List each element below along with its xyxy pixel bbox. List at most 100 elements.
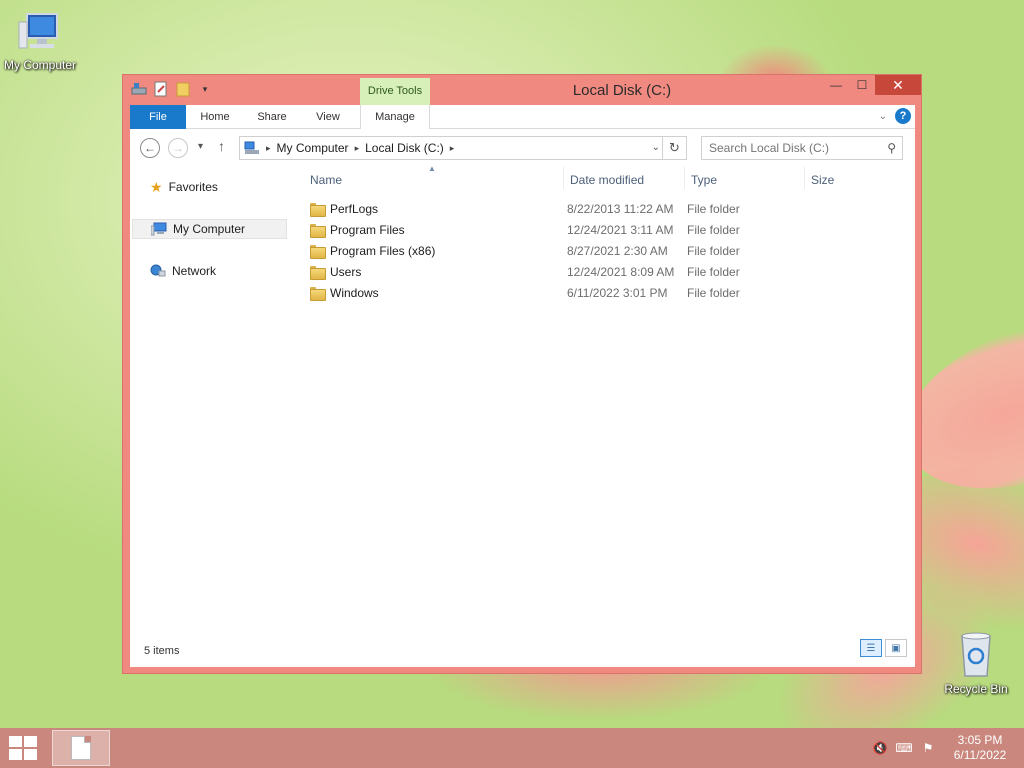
tab-share[interactable]: Share [244, 105, 300, 129]
file-name-cell: Program Files (x86) [310, 243, 436, 259]
search-box: ⚲ [701, 136, 903, 160]
file-name: PerfLogs [330, 201, 379, 216]
column-header-name[interactable]: Name [310, 173, 560, 193]
file-date: 6/11/2022 3:01 PM [567, 285, 668, 300]
item-count: 5 items [144, 645, 180, 657]
file-date: 12/24/2021 8:09 AM [567, 264, 675, 279]
volume-muted-icon[interactable]: 🔇 [872, 740, 888, 756]
desktop-icon-label: Recycle Bin [944, 682, 1008, 696]
folder-icon [310, 244, 326, 259]
network-status-icon[interactable]: ⌨ [895, 740, 912, 756]
clock-time: 3:05 PM [957, 733, 1003, 747]
column-header-date-modified[interactable]: Date modified [563, 167, 683, 189]
file-name-cell: Users [310, 265, 361, 280]
desktop-icon-my-computer[interactable]: My Computer [0, 10, 80, 72]
details-view-button[interactable]: ☰ [860, 639, 882, 657]
file-row[interactable]: Program Files 12/24/2021 3:11 AM File fo… [300, 219, 910, 240]
action-center-flag-icon[interactable]: ⚑ [920, 740, 936, 756]
column-header-type[interactable]: Type [684, 167, 804, 189]
navpane-item-favorites[interactable]: ★ Favorites [132, 177, 287, 197]
file-name: Program Files (x86) [330, 243, 436, 258]
breadcrumb-separator[interactable]: ▸ [450, 143, 455, 154]
file-date: 8/27/2021 2:30 AM [567, 243, 668, 258]
window-controls: — ☐ ✕ [823, 75, 921, 95]
large-icons-view-button[interactable]: ▣ [885, 639, 907, 657]
search-icon[interactable]: ⚲ [887, 141, 896, 155]
details-view-icon: ☰ [866, 642, 876, 654]
network-icon [150, 264, 166, 277]
expand-ribbon-icon[interactable]: ⌄ [879, 111, 887, 122]
refresh-icon: ↻ [669, 140, 680, 155]
folder-icon [310, 286, 326, 301]
taskbar-app-explorer[interactable] [52, 730, 110, 766]
tab-manage[interactable]: Manage [360, 105, 430, 129]
navpane-item-my-computer[interactable]: My Computer [132, 219, 287, 239]
view-switcher: ☰ ▣ [860, 639, 907, 657]
large-icons-view-icon: ▣ [891, 642, 901, 654]
arrow-right-icon: → [172, 141, 184, 155]
file-name-cell: Windows [310, 286, 379, 301]
file-type: File folder [687, 222, 740, 237]
up-arrow-icon[interactable]: ↑ [218, 138, 225, 154]
tab-view[interactable]: View [304, 105, 352, 129]
recent-locations-icon[interactable]: ▾ [198, 141, 203, 152]
windows-logo-icon [24, 736, 37, 747]
tab-home[interactable]: Home [190, 105, 240, 129]
folder-icon [310, 202, 326, 217]
clock-date: 6/11/2022 [953, 748, 1007, 762]
column-headers: ▲ Name Date modified Type Size [300, 164, 910, 193]
taskbar-clock[interactable]: 3:05 PM 6/11/2022 [944, 733, 1016, 763]
file-type: File folder [687, 201, 740, 216]
file-row[interactable]: Windows 6/11/2022 3:01 PM File folder [300, 282, 910, 303]
navpane-item-network[interactable]: Network [132, 261, 287, 281]
file-name-cell: PerfLogs [310, 201, 379, 217]
tab-file[interactable]: File [130, 105, 186, 129]
status-bar: 5 items ☰ ▣ [130, 639, 915, 667]
navpane-item-label: Favorites [168, 180, 218, 194]
column-header-size[interactable]: Size [804, 167, 884, 189]
document-icon [71, 736, 91, 760]
address-dropdown-icon[interactable]: ⌄ [652, 142, 660, 153]
recycle-bin-icon [961, 632, 991, 677]
file-row[interactable]: PerfLogs 8/22/2013 11:22 AM File folder [300, 198, 910, 219]
windows-logo-icon [9, 749, 22, 760]
breadcrumb-local-disk[interactable]: Local Disk (C:) [365, 141, 444, 155]
ribbon-right-controls: ⌄ ? [879, 108, 911, 124]
address-bar[interactable]: ▸ My Computer ▸ Local Disk (C:) ▸ ⌄ ↻ [239, 136, 687, 160]
breadcrumb-separator: ▸ [266, 142, 271, 153]
navpane-item-label: My Computer [173, 222, 246, 236]
file-row[interactable]: Users 12/24/2021 8:09 AM File folder [300, 261, 910, 282]
navpane-item-label: Network [172, 264, 217, 278]
desktop-icon-label: My Computer [3, 58, 77, 72]
file-name: Program Files [330, 222, 405, 237]
refresh-button[interactable]: ↻ [662, 137, 686, 159]
file-list: ▲ Name Date modified Type Size PerfLogs … [300, 164, 910, 651]
sort-ascending-icon: ▲ [428, 164, 436, 173]
help-icon[interactable]: ? [895, 108, 911, 124]
back-button[interactable]: ← [140, 138, 160, 158]
computer-icon [151, 222, 167, 236]
windows-logo-icon [9, 736, 22, 747]
maximize-button[interactable]: ☐ [849, 75, 875, 95]
start-button[interactable] [8, 736, 38, 760]
breadcrumb-separator: ▸ [354, 142, 360, 153]
file-name-cell: Program Files [310, 222, 405, 238]
forward-button[interactable]: → [168, 138, 188, 158]
search-input[interactable] [702, 137, 872, 159]
minimize-button[interactable]: — [823, 75, 849, 95]
arrow-left-icon: ← [144, 141, 156, 155]
content-area: ★ Favorites My Computer Network ▲ Name D… [130, 164, 915, 651]
file-row[interactable]: Program Files (x86) 8/27/2021 2:30 AM Fi… [300, 240, 910, 261]
taskbar: 🔇 ⌨ ⚑ 3:05 PM 6/11/2022 [0, 728, 1024, 768]
desktop-icon-recycle-bin[interactable]: Recycle Bin [936, 630, 1016, 696]
star-icon: ★ [150, 178, 163, 195]
folder-icon [310, 265, 326, 280]
title-bar[interactable]: ▾ Drive Tools Local Disk (C:) — ☐ ✕ [123, 75, 921, 105]
close-button[interactable]: ✕ [875, 75, 921, 95]
file-type: File folder [687, 243, 740, 258]
window-title: Local Disk (C:) [572, 82, 672, 99]
file-type: File folder [687, 285, 740, 300]
system-tray: 🔇 ⌨ ⚑ [872, 740, 936, 756]
navigation-pane: ★ Favorites My Computer Network [130, 167, 294, 651]
breadcrumb-my-computer[interactable]: My Computer [277, 141, 349, 155]
